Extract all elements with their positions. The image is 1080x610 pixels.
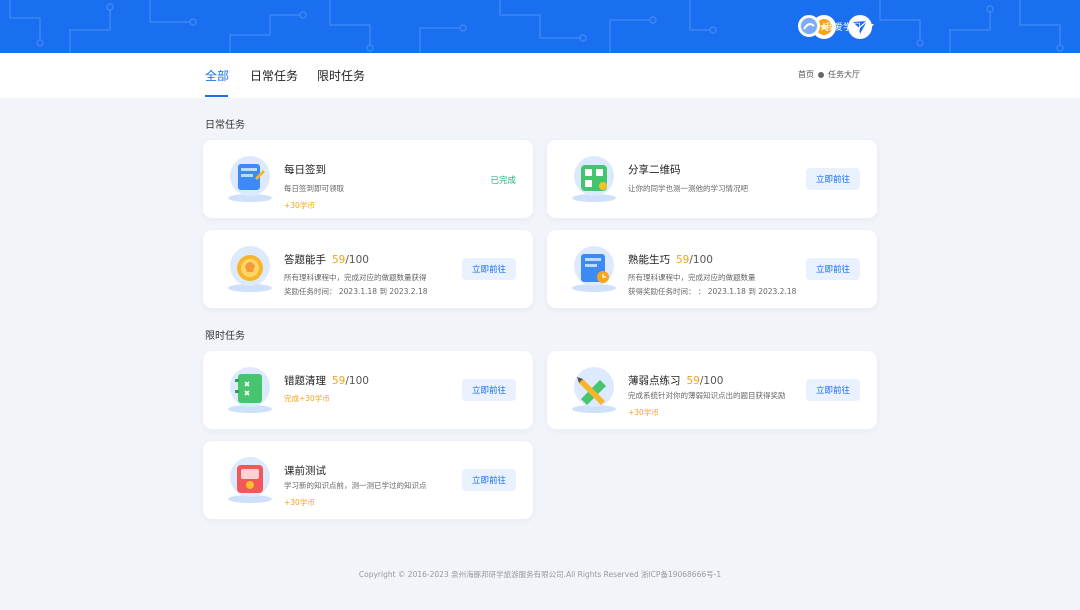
task-description: 所有理科课程中，完成对应的做题数量获得	[284, 273, 427, 282]
task-description: 学习新的知识点前，测一测已学过的知识点	[284, 481, 427, 490]
medal-icon	[225, 244, 275, 294]
go-button[interactable]: 立即前往	[806, 258, 860, 280]
task-progress: 59	[676, 254, 690, 266]
pencil-icon	[569, 365, 619, 415]
book-clock-icon	[569, 244, 619, 294]
task-total: /100	[689, 254, 713, 266]
task-card-practice: 熟能生巧 59/100 所有理科课程中，完成对应的做题数量 获得奖励任务时间： ：…	[547, 230, 877, 308]
go-button[interactable]: 立即前往	[806, 379, 860, 401]
task-card-weak-point: 薄弱点练习 59/100 完成系统针对你的薄弱知识点出的题目获得奖励 +30学币 …	[547, 351, 877, 429]
task-title: 熟能生巧 59/100	[628, 254, 713, 266]
task-total: /100	[345, 375, 369, 387]
breadcrumb: 首页 任务大厅	[798, 69, 860, 80]
go-button[interactable]: 立即前往	[462, 258, 516, 280]
notebook-icon	[225, 365, 275, 415]
status-completed: 已完成	[490, 176, 516, 186]
task-card-answer-expert: 答题能手 59/100 所有理科课程中，完成对应的做题数量获得 奖励任务时间： 2…	[203, 230, 533, 308]
active-tab-indicator	[205, 95, 228, 97]
task-card-mistake-cleanup: 错题清理 59/100 完成+30学币 立即前往	[203, 351, 533, 429]
task-progress: 59	[332, 375, 346, 387]
task-period: 获得奖励任务时间： ： 2023.1.18 到 2023.2.18	[628, 287, 797, 296]
tab-all[interactable]: 全部	[205, 67, 229, 84]
qr-code-icon	[569, 154, 619, 204]
nav-bar: 全部 日常任务 限时任务 首页 任务大厅	[0, 53, 1080, 98]
circuit-background	[9, 0, 1064, 53]
avatar-icon	[801, 18, 817, 34]
task-description: 所有理科课程中，完成对应的做题数量	[628, 273, 756, 282]
section-title-limited: 限时任务	[205, 331, 245, 342]
task-reward: 完成+30学币	[284, 394, 330, 403]
avatar	[798, 15, 820, 37]
task-title: 分享二维码	[628, 164, 681, 176]
go-button[interactable]: 立即前往	[806, 168, 860, 190]
task-period: 奖励任务时间： 2023.1.18 到 2023.2.18	[284, 287, 428, 296]
task-total: /100	[699, 375, 724, 387]
task-card-pretest: 课前测试 学习新的知识点前，测一测已学过的知识点 +30学币 立即前往	[203, 441, 533, 519]
task-reward: +30学币	[284, 201, 315, 210]
task-progress: 59	[332, 254, 346, 266]
task-reward: +30学币	[284, 498, 315, 507]
task-total: /100	[345, 254, 369, 266]
breadcrumb-current: 任务大厅	[828, 70, 860, 79]
task-card-checkin: 每日签到 每日签到即可领取 +30学币 已完成	[203, 140, 533, 218]
task-card-share-qr: 分享二维码 让你的同学也测一测他的学习情况吧 立即前往	[547, 140, 877, 218]
username: 我爱学习	[825, 22, 862, 33]
go-button[interactable]: 立即前往	[462, 469, 516, 491]
task-title: 错题清理 59/100	[284, 375, 369, 387]
task-title: 答题能手 59/100	[284, 254, 369, 266]
test-paper-icon	[225, 455, 275, 505]
section-title-daily: 日常任务	[205, 120, 245, 131]
task-title: 课前测试	[284, 465, 326, 477]
user-menu[interactable]: 我爱学习	[798, 15, 875, 37]
checkin-icon	[225, 154, 275, 204]
breadcrumb-home[interactable]: 首页	[798, 69, 814, 80]
task-description: 每日签到即可领取	[284, 184, 344, 193]
task-progress: 59	[686, 375, 700, 387]
top-bar: 我爱学习	[0, 0, 1080, 53]
footer-copyright: Copyright © 2016-2023 泉州海豚邦研学旅游服务有限公司.Al…	[358, 570, 722, 579]
go-button[interactable]: 立即前往	[462, 379, 516, 401]
task-description: 完成系统针对你的薄弱知识点出的题目获得奖励	[628, 391, 786, 400]
task-title: 每日签到	[284, 164, 326, 176]
breadcrumb-separator-icon	[818, 71, 824, 78]
chevron-down-icon	[868, 24, 875, 28]
tab-daily[interactable]: 日常任务	[250, 67, 298, 84]
tab-limited[interactable]: 限时任务	[317, 67, 365, 84]
task-title: 薄弱点练习 59/100	[628, 375, 724, 387]
task-reward: +30学币	[628, 408, 659, 417]
task-description: 让你的同学也测一测他的学习情况吧	[628, 184, 748, 193]
